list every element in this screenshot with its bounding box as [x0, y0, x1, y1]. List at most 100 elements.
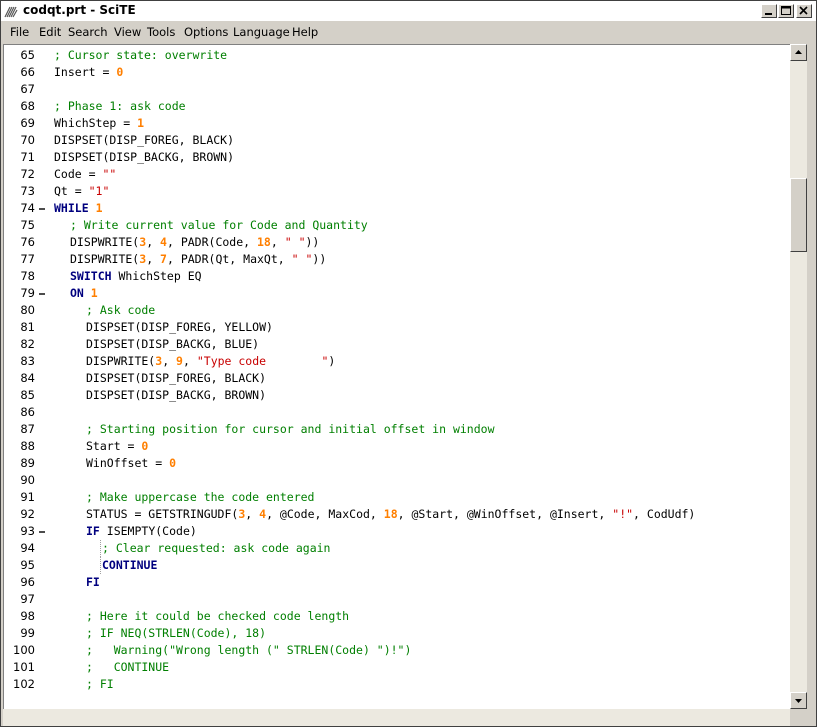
line-number: 101 [13, 660, 35, 674]
code-line[interactable]: WinOffset = 0 [86, 455, 176, 472]
token-comment: ; Make uppercase the code entered [86, 490, 315, 504]
code-line[interactable]: DISPWRITE(3, 4, PADR(Code, 18, " ")) [70, 234, 319, 251]
fold-margin[interactable] [38, 45, 50, 710]
menu-search[interactable]: Search [68, 25, 108, 39]
menu-help[interactable]: Help [292, 25, 318, 39]
token-text: DISPWRITE( [86, 354, 156, 368]
line-number: 98 [20, 609, 35, 623]
code-line[interactable]: DISPSET(DISP_FOREG, BLACK) [54, 132, 234, 149]
code-line[interactable]: DISPSET(DISP_FOREG, YELLOW) [86, 319, 273, 336]
code-text-area[interactable]: ; Cursor state: overwrite Insert = 0 ; Pha… [52, 45, 791, 710]
menu-options[interactable]: Options [184, 25, 228, 39]
code-line[interactable]: ; Cursor state: overwrite [54, 47, 227, 64]
token-number: 18 [257, 235, 271, 249]
fold-minus-icon[interactable] [38, 289, 48, 299]
token-string: "!" [612, 507, 634, 521]
line-number: 88 [20, 439, 35, 453]
token-text: , PADR(Code, [166, 235, 257, 249]
code-line[interactable]: Insert = 0 [54, 64, 123, 81]
scroll-down-button[interactable] [790, 692, 807, 709]
token-number: 0 [141, 439, 149, 453]
token-text: WinOffset = [86, 456, 170, 470]
token-keyword: SWITCH [70, 269, 112, 283]
code-line[interactable]: ON 1 [70, 285, 98, 302]
line-number: 89 [20, 456, 35, 470]
code-line[interactable]: ; Here it could be checked code length [86, 608, 349, 625]
code-line[interactable]: FI [86, 574, 100, 591]
menu-language[interactable]: Language [233, 25, 290, 39]
line-number: 82 [20, 337, 35, 351]
code-line[interactable]: ; IF NEQ(STRLEN(Code), 18) [86, 625, 266, 642]
menu-file[interactable]: File [10, 25, 29, 39]
line-number: 74 [20, 201, 35, 215]
code-line[interactable]: ; Phase 1: ask code [54, 98, 186, 115]
code-line[interactable]: ; Warning("Wrong length (" STRLEN(Code) … [86, 642, 411, 659]
line-number: 72 [20, 167, 35, 181]
token-text: DISPSET(DISP_BACKG, BLUE) [86, 337, 260, 351]
scroll-thumb[interactable] [790, 178, 807, 252]
line-number: 66 [20, 65, 35, 79]
close-button[interactable] [796, 4, 812, 18]
code-line[interactable]: CONTINUE [102, 557, 157, 574]
code-line[interactable]: ; FI [86, 676, 114, 693]
code-line[interactable]: ; Clear requested: ask code again [102, 540, 330, 557]
code-line[interactable]: DISPSET(DISP_BACKG, BROWN) [86, 387, 266, 404]
token-comment: ; Warning("Wrong length (" STRLEN(Code) … [86, 643, 412, 657]
code-editor[interactable]: 65 66 67 68 69 70 71 72 73 74 75 76 77 78 79 80 81 82 83 84… [3, 44, 791, 710]
token-number: 1 [90, 286, 98, 300]
line-number: 84 [20, 371, 35, 385]
token-number: 1 [95, 201, 103, 215]
code-line[interactable]: SWITCH WhichStep EQ [70, 268, 202, 285]
token-comment: ; CONTINUE [86, 660, 170, 674]
code-line[interactable]: DISPSET(DISP_BACKG, BROWN) [54, 149, 234, 166]
arrow-up-icon [795, 50, 802, 54]
code-line[interactable]: ; Starting position for cursor and initi… [86, 421, 495, 438]
line-number: 80 [20, 303, 35, 317]
code-line[interactable]: DISPSET(DISP_BACKG, BLUE) [86, 336, 259, 353]
code-line[interactable]: ; Ask code [86, 302, 155, 319]
line-number: 97 [20, 592, 35, 606]
line-number: 100 [13, 643, 35, 657]
code-line[interactable]: DISPSET(DISP_FOREG, BLACK) [86, 370, 266, 387]
code-line[interactable]: WHILE 1 [54, 200, 103, 217]
menu-tools[interactable]: Tools [147, 25, 175, 39]
line-number: 102 [13, 677, 35, 691]
code-line[interactable]: IF ISEMPTY(Code) [86, 523, 197, 540]
line-number: 77 [20, 252, 35, 266]
menu-view[interactable]: View [114, 25, 141, 39]
maximize-button[interactable] [778, 4, 794, 18]
scrollbar-corner [790, 709, 807, 726]
token-comment: ; Clear requested: ask code again [102, 541, 331, 555]
menu-edit[interactable]: Edit [39, 25, 61, 39]
scite-window: codqt.prt - SciTE File Edit Search View … [0, 0, 817, 727]
line-number: 86 [20, 405, 35, 419]
code-line[interactable]: Start = 0 [86, 438, 148, 455]
line-number: 81 [20, 320, 35, 334]
code-line[interactable]: ; CONTINUE [86, 659, 169, 676]
vertical-scrollbar[interactable] [790, 44, 807, 709]
token-comment: ; FI [86, 677, 114, 691]
indent-guide [100, 540, 101, 557]
code-line[interactable]: Qt = "1" [54, 183, 109, 200]
token-text: )) [305, 235, 320, 249]
line-number: 67 [20, 82, 35, 96]
token-number: 1 [137, 116, 145, 130]
line-number: 76 [20, 235, 35, 249]
minimize-button[interactable] [761, 4, 777, 18]
code-line[interactable]: ; Write current value for Code and Quant… [70, 217, 368, 234]
code-line[interactable]: WhichStep = 1 [54, 115, 144, 132]
token-comment: ; Starting position for cursor and initi… [86, 422, 495, 436]
token-text: DISPSET(DISP_FOREG, YELLOW) [86, 320, 273, 334]
fold-minus-icon[interactable] [38, 527, 48, 537]
line-number: 92 [20, 507, 35, 521]
code-line[interactable]: DISPWRITE(3, 9, "Type code ") [86, 353, 335, 370]
close-icon [799, 6, 808, 15]
code-line[interactable]: ; Make uppercase the code entered [86, 489, 314, 506]
code-line[interactable]: STATUS = GETSTRINGUDF(3, 4, @Code, MaxCo… [86, 506, 695, 523]
line-number: 78 [20, 269, 35, 283]
code-line[interactable]: Code = "" [54, 166, 116, 183]
scroll-up-button[interactable] [790, 44, 807, 61]
code-line[interactable]: DISPWRITE(3, 7, PADR(Qt, MaxQt, " ")) [70, 251, 326, 268]
fold-minus-icon[interactable] [38, 204, 48, 214]
